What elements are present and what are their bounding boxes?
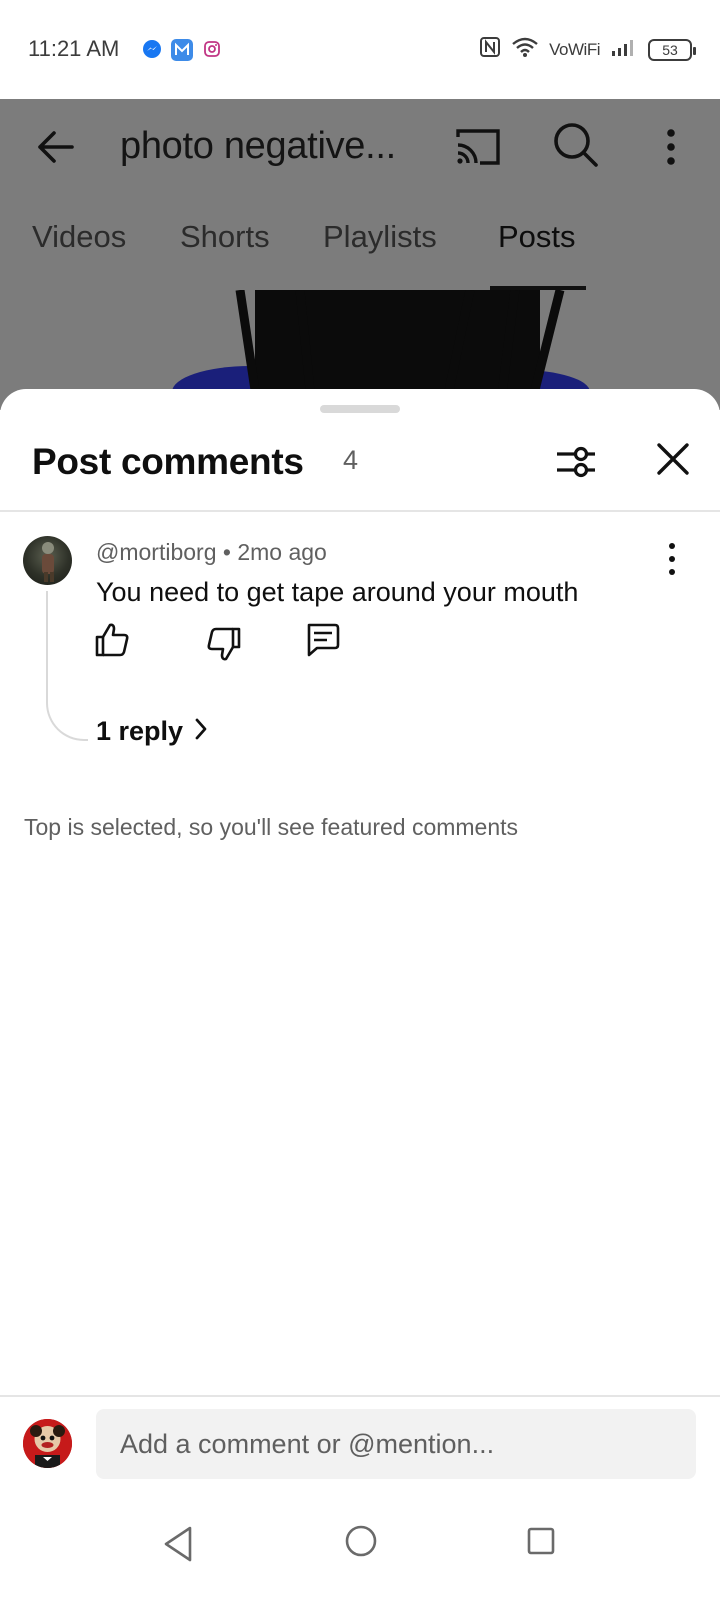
comment-meta: @mortiborg • 2mo ago [96,539,327,566]
composer-divider [0,1395,720,1397]
search-icon[interactable] [552,121,600,173]
sort-note: Top is selected, so you'll see featured … [24,814,519,840]
status-indicators: VoWiFi 53 [479,36,696,63]
comment-input[interactable] [96,1409,696,1479]
sheet-header-divider [0,510,720,512]
nav-back-icon[interactable] [160,1524,198,1564]
user-avatar[interactable] [23,1419,72,1468]
nfc-icon [479,36,501,63]
battery-indicator: 53 [648,38,696,61]
comments-sheet: Post comments 4 @mortiborg • 2mo ago You… [0,389,720,1612]
back-arrow-icon[interactable] [32,123,80,171]
comment-author[interactable]: @mortiborg [96,539,217,565]
nav-recents-icon[interactable] [526,1526,556,1556]
nav-home-icon[interactable] [344,1524,378,1558]
status-bar: 11:21 AM VoWiFi 53 [0,0,720,99]
wifi-icon [511,36,539,63]
messenger-icon [142,39,162,59]
channel-page-backdrop[interactable]: photo negative... Videos Shorts Playlist… [0,99,720,410]
comment-count: 4 [343,445,359,475]
more-options-icon[interactable] [658,123,684,171]
vowifi-label: VoWiFi [549,39,600,59]
comment-more-icon[interactable] [660,537,684,581]
close-icon[interactable] [655,441,691,477]
channel-title: photo negative... [120,125,396,167]
tab-posts[interactable]: Posts [498,219,576,255]
sheet-title: Post comments [32,441,304,482]
like-icon[interactable] [93,621,131,659]
notification-icons [142,39,222,61]
reply-icon[interactable] [303,621,341,659]
meta-separator: • [222,539,238,565]
system-nav-bar [0,1494,720,1612]
replies-label: 1 reply [96,716,184,746]
reply-thread-line [46,591,88,741]
status-time: 11:21 AM [28,36,120,61]
sheet-drag-handle[interactable] [320,405,400,413]
instagram-icon [202,39,222,59]
channel-top-bar: photo negative... [0,99,720,195]
mail-icon [171,39,193,61]
chevron-right-icon [193,717,209,746]
tab-shorts[interactable]: Shorts [180,219,270,255]
tab-playlists[interactable]: Playlists [323,219,437,255]
tab-videos[interactable]: Videos [32,219,126,255]
channel-tabs: Videos Shorts Playlists Posts [0,195,720,288]
signal-icon [610,37,638,62]
comment-time: 2mo ago [237,539,327,565]
comment-text: You need to get tape around your mouth [96,577,579,607]
commenter-avatar[interactable] [23,536,72,585]
view-replies-button[interactable]: 1 reply [96,716,209,747]
dislike-icon[interactable] [205,625,243,663]
cast-icon[interactable] [452,123,504,171]
sort-filter-icon[interactable] [555,441,597,483]
